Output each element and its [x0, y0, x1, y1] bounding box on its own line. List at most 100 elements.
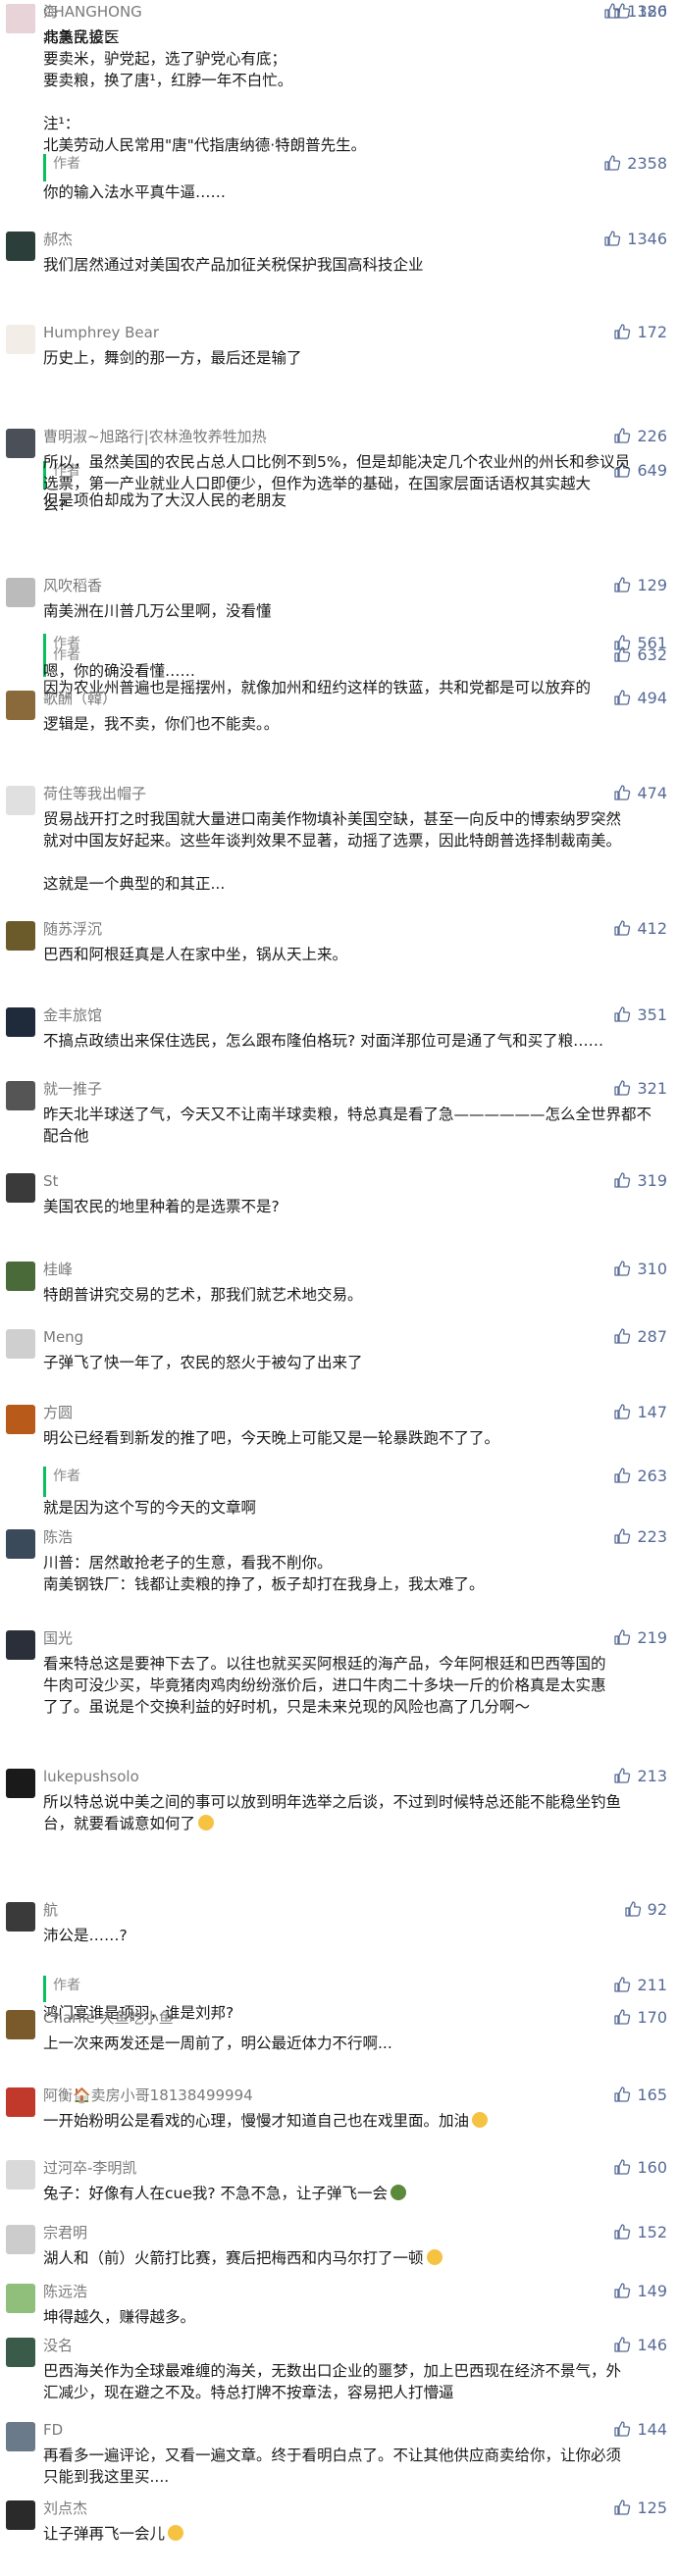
like-count: 146: [637, 2336, 667, 2354]
thumbs-up-icon: [603, 155, 621, 171]
comment-line: 湖人和（前）火箭打比赛，赛后把梅西和内马尔打了一顿: [43, 2247, 663, 2269]
comment-line-text: 特朗普讲究交易的艺术，那我们就艺术地交易。: [43, 1286, 363, 1304]
thumbs-up-icon: [613, 1006, 631, 1022]
like-button[interactable]: 144: [613, 2420, 667, 2440]
avatar[interactable]: [6, 429, 35, 458]
like-button[interactable]: 152: [613, 2223, 667, 2242]
avatar[interactable]: [6, 921, 35, 951]
like-button[interactable]: 149: [613, 2282, 667, 2301]
like-button[interactable]: 146: [613, 2336, 667, 2355]
like-button[interactable]: 160: [613, 2158, 667, 2178]
comment-line-text: 了了。虽说是个交换利益的好时机，只是未来兑现的风险也高了几分啊～: [43, 1698, 531, 1716]
like-count: 129: [637, 576, 667, 594]
avatar[interactable]: [6, 1902, 35, 1932]
avatar[interactable]: [6, 578, 35, 607]
avatar[interactable]: [6, 1329, 35, 1359]
comment-text: 不搞点政绩出来保住选民，怎么跟布隆伯格玩? 对面洋那位可是通了气和买了粮……: [43, 1030, 663, 1052]
avatar[interactable]: [6, 786, 35, 815]
reply-text: 嗯，你的确没看懂……: [43, 660, 663, 682]
avatar[interactable]: [6, 325, 35, 354]
avatar[interactable]: [6, 2225, 35, 2254]
avatar[interactable]: [6, 2500, 35, 2530]
comment-line-text: 坤得越久，赚得越多。: [43, 2308, 196, 2326]
like-button[interactable]: 310: [613, 1260, 667, 1279]
avatar[interactable]: [6, 1769, 35, 1798]
like-button[interactable]: 92: [624, 1900, 667, 1920]
thumbs-up-icon: [613, 2337, 631, 2352]
reply-text: 你的输入法水平真牛逼……: [43, 181, 663, 203]
comment-text: 明公已经看到新发的推了吧，今天晚上可能又是一轮暴跌跑不了了。: [43, 1427, 663, 1449]
reply-like-button[interactable]: 2358: [603, 154, 667, 174]
like-button[interactable]: 213: [613, 1767, 667, 1786]
like-button[interactable]: 172: [613, 323, 667, 342]
like-button[interactable]: 226: [613, 427, 667, 446]
like-button[interactable]: 223: [613, 1527, 667, 1547]
comment-line-text: 上一次来两发还是一周前了，明公最近体力不行啊...: [43, 2035, 392, 2052]
reply-like-button[interactable]: 263: [613, 1467, 667, 1486]
comment-line: 台，就要看诚意如何了: [43, 1813, 663, 1834]
comment-author: 刘点杰: [43, 2499, 88, 2517]
comment-line-text: 昨天北半球送了气，今天又不让南半球卖粮，特总真是看了急——————怎么全世界都不: [43, 1106, 652, 1123]
comment-line: 汇减少，现在避之不及。特总打牌不按章法，容易把人打懵逼: [43, 2382, 663, 2403]
comment-text: 让子弹再飞一会儿: [43, 2523, 663, 2545]
like-button[interactable]: 129: [613, 576, 667, 595]
comment-author: Meng: [43, 1328, 84, 1346]
like-button[interactable]: 170: [613, 2008, 667, 2028]
like-count: 125: [637, 2499, 667, 2517]
avatar[interactable]: [6, 2160, 35, 2190]
avatar[interactable]: [6, 2087, 35, 2117]
like-button[interactable]: 474: [613, 784, 667, 803]
like-count: 152: [637, 2223, 667, 2241]
like-button[interactable]: 494: [613, 689, 667, 708]
comment-line-text: 只能到我这里买....: [43, 2468, 170, 2486]
avatar[interactable]: [6, 4, 35, 33]
comment-text: 湖人和（前）火箭打比赛，赛后把梅西和内马尔打了一顿: [43, 2247, 663, 2269]
like-button[interactable]: 1346: [603, 230, 667, 249]
like-count: 412: [637, 919, 667, 938]
like-button[interactable]: 219: [613, 1628, 667, 1648]
avatar[interactable]: [6, 1262, 35, 1291]
comment-line-text: [43, 853, 48, 871]
like-button[interactable]: 165: [613, 2086, 667, 2105]
comment-author: 国光: [43, 1629, 74, 1647]
like-count: 223: [637, 1527, 667, 1546]
comment-line: 上一次来两发还是一周前了，明公最近体力不行啊...: [43, 2033, 663, 2054]
avatar[interactable]: [6, 232, 35, 261]
avatar[interactable]: [6, 2338, 35, 2367]
thumbs-up-icon: [613, 2499, 631, 2515]
comment-text: 上一次来两发还是一周前了，明公最近体力不行啊...: [43, 2033, 663, 2054]
like-button[interactable]: 120: [613, 2, 667, 22]
avatar[interactable]: [6, 1405, 35, 1434]
like-button[interactable]: 351: [613, 1005, 667, 1025]
like-button[interactable]: 412: [613, 919, 667, 939]
avatar[interactable]: [6, 2422, 35, 2451]
thumbs-up-icon: [613, 2159, 631, 2175]
reply-like-button[interactable]: 561: [613, 634, 667, 653]
comment-line-text: 川普：居然敢抢老子的生意，看我不削你。: [43, 1554, 333, 1571]
avatar[interactable]: [6, 691, 35, 720]
avatar[interactable]: [6, 1007, 35, 1037]
avatar[interactable]: [6, 2010, 35, 2039]
reply-like-button[interactable]: 211: [613, 1976, 667, 1995]
comment-line-text: 么?: [43, 496, 67, 514]
comment-text: 南美洲在川普几万公里啊，没看懂: [43, 600, 663, 622]
avatar[interactable]: [6, 1173, 35, 1203]
reply-line: 嗯，你的确没看懂……: [43, 662, 196, 680]
comment-line-text: 沛公是……?: [43, 1927, 128, 1944]
like-button[interactable]: 125: [613, 2499, 667, 2518]
like-button[interactable]: 147: [613, 1403, 667, 1422]
avatar[interactable]: [6, 1630, 35, 1660]
comment-author: 歌酬（韓）: [43, 690, 118, 707]
like-button[interactable]: 319: [613, 1171, 667, 1191]
comment-line-text: 再看多一遍评论，又看一遍文章。终于看明白点了。不让其他供应商卖给你，让你必须: [43, 2447, 622, 2464]
avatar[interactable]: [6, 2284, 35, 2313]
like-button[interactable]: 321: [613, 1079, 667, 1099]
thumbs-up-icon: [613, 1328, 631, 1344]
comment-line: 我们居然通过对美国农产品加征关税保护我国高科技企业: [43, 254, 663, 276]
comment-line-text: 这就是一个典型的和其正...: [43, 875, 226, 893]
like-button[interactable]: 287: [613, 1327, 667, 1347]
comment-line-text: 就对中国友好起来。这些年谈判效果不显著，动摇了选票，因此特朗普选择制裁南美。: [43, 832, 622, 850]
emoji-icon: [198, 1815, 215, 1830]
avatar[interactable]: [6, 1081, 35, 1110]
avatar[interactable]: [6, 1529, 35, 1559]
